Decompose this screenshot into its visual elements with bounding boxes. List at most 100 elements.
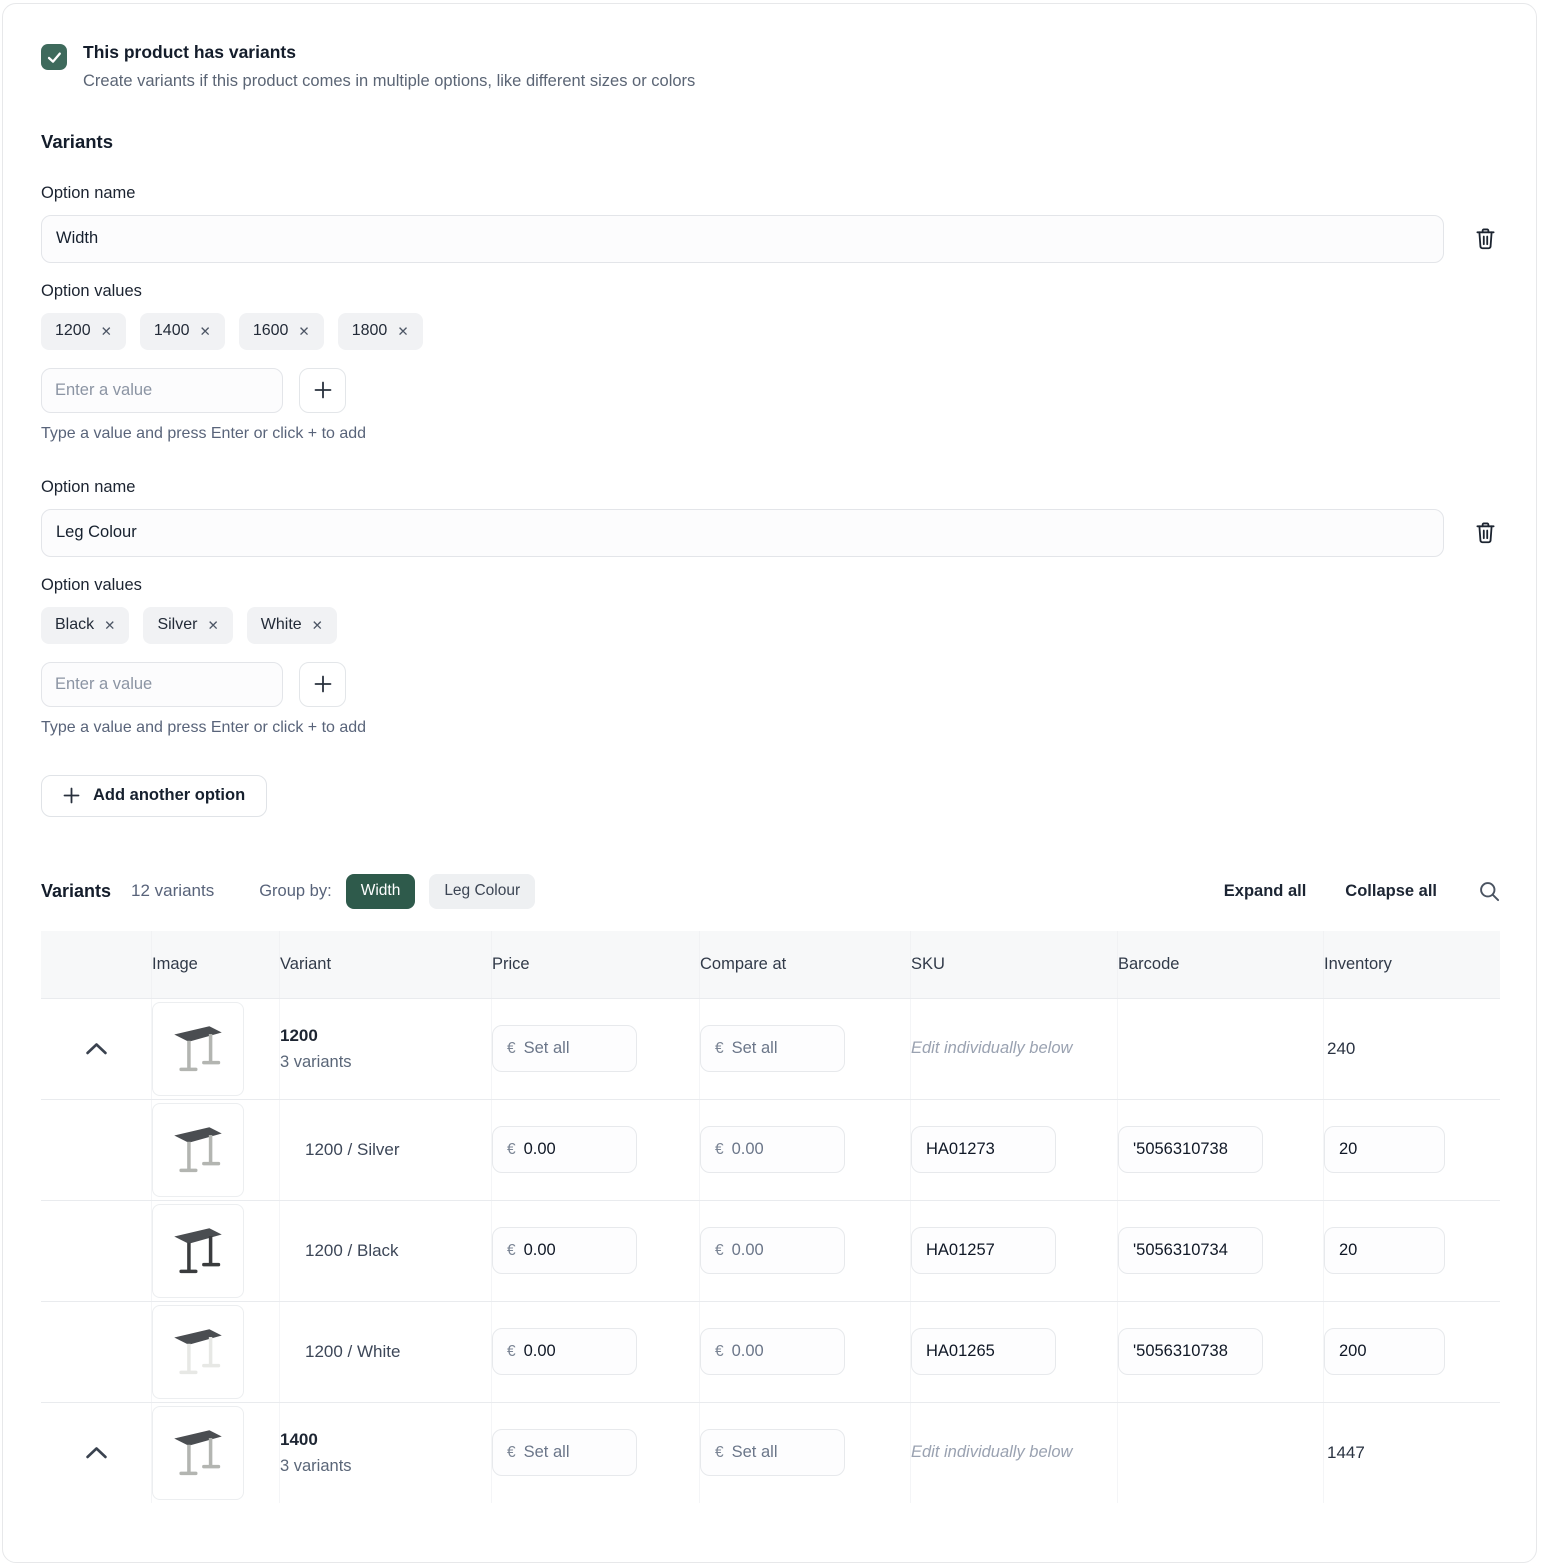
option-name-input[interactable]: [41, 215, 1444, 263]
remove-value-button[interactable]: ✕: [312, 619, 323, 633]
barcode-input[interactable]: '5056310738: [1118, 1328, 1263, 1375]
variant-row: 1200 / Silver €0.00 €0.00 HA01273 '50563…: [41, 1099, 1500, 1200]
group-by-width-button[interactable]: Width: [346, 874, 416, 909]
product-thumbnail: [152, 1204, 244, 1298]
variant-name: 1200 / White: [280, 1342, 400, 1362]
option-name-label: Option name: [41, 184, 1500, 203]
price-input[interactable]: €0.00: [492, 1328, 637, 1375]
barcode-input[interactable]: '5056310738: [1118, 1126, 1263, 1173]
option-value-chip: 1800 ✕: [338, 313, 423, 350]
plus-icon: [63, 787, 80, 804]
group-inventory-total: 1447: [1324, 1443, 1365, 1463]
price-input[interactable]: €0.00: [492, 1126, 637, 1173]
barcode-input[interactable]: '5056310734: [1118, 1227, 1263, 1274]
currency-symbol: €: [715, 1343, 724, 1361]
sku-input[interactable]: HA01273: [911, 1126, 1056, 1173]
edit-individually-note: Edit individually below: [911, 1443, 1072, 1462]
column-header: Barcode: [1118, 955, 1179, 974]
edit-individually-note: Edit individually below: [911, 1039, 1072, 1058]
option-values-list: Black ✕ Silver ✕ White ✕: [41, 607, 1500, 644]
group-inventory-total: 240: [1324, 1039, 1355, 1059]
remove-value-button[interactable]: ✕: [298, 325, 309, 339]
add-another-option-button[interactable]: Add another option: [41, 775, 267, 817]
variant-group-row: 1400 3 variants €Set all €Set all Edit i…: [41, 1402, 1500, 1503]
inventory-input[interactable]: 20: [1324, 1227, 1445, 1274]
currency-symbol: €: [507, 1343, 516, 1361]
option-values-label: Option values: [41, 282, 1500, 301]
compare-at-input[interactable]: €0.00: [700, 1328, 845, 1375]
group-compare-set-all-input[interactable]: €Set all: [700, 1429, 845, 1476]
table-body: 1200 3 variants €Set all €Set all Edit i…: [41, 998, 1500, 1503]
currency-symbol: €: [715, 1141, 724, 1159]
option-section: Option name Option values 1200 ✕ 1400 ✕: [41, 184, 1500, 443]
compare-at-input[interactable]: €0.00: [700, 1227, 845, 1274]
add-value-hint: Type a value and press Enter or click + …: [41, 719, 1500, 737]
group-price-set-all-input[interactable]: €Set all: [492, 1429, 637, 1476]
column-header: SKU: [911, 955, 945, 974]
column-header: Variant: [280, 955, 331, 974]
column-header: Image: [152, 955, 198, 974]
plus-icon: [314, 381, 332, 399]
column-header: Compare at: [700, 955, 786, 974]
product-thumbnail: [152, 1103, 244, 1197]
sku-input[interactable]: HA01257: [911, 1227, 1056, 1274]
remove-value-button[interactable]: ✕: [200, 325, 211, 339]
option-values-label: Option values: [41, 576, 1500, 595]
collapse-group-button[interactable]: [85, 1041, 108, 1056]
variants-toolbar: Variants 12 variants Group by: Width Leg…: [41, 874, 1500, 909]
search-variants-button[interactable]: [1479, 881, 1500, 902]
variant-name: 1200 / Silver: [280, 1140, 400, 1160]
collapse-group-button[interactable]: [85, 1445, 108, 1460]
currency-symbol: €: [507, 1444, 516, 1462]
product-thumbnail: [152, 1002, 244, 1096]
group-compare-set-all-input[interactable]: €Set all: [700, 1025, 845, 1072]
option-value-input[interactable]: [41, 662, 283, 707]
option-value-chip: 1200 ✕: [41, 313, 126, 350]
table-header-row: ImageVariantPriceCompare atSKUBarcodeInv…: [41, 931, 1500, 998]
option-name-input[interactable]: [41, 509, 1444, 557]
currency-symbol: €: [715, 1040, 724, 1058]
has-variants-description: Create variants if this product comes in…: [83, 72, 695, 91]
price-input[interactable]: €0.00: [492, 1227, 637, 1274]
option-value-chip: 1400 ✕: [140, 313, 225, 350]
option-sections: Option name Option values 1200 ✕ 1400 ✕: [41, 184, 1500, 737]
variants-heading: Variants: [41, 131, 1500, 153]
inventory-input[interactable]: 20: [1324, 1126, 1445, 1173]
chevron-up-icon: [85, 1041, 108, 1056]
add-value-hint: Type a value and press Enter or click + …: [41, 425, 1500, 443]
table-title: Variants: [41, 881, 111, 902]
remove-value-button[interactable]: ✕: [397, 325, 408, 339]
has-variants-title: This product has variants: [83, 42, 695, 64]
group-by-leg-colour-button[interactable]: Leg Colour: [429, 874, 535, 909]
group-price-set-all-input[interactable]: €Set all: [492, 1025, 637, 1072]
option-value-chip: White ✕: [247, 607, 337, 644]
variant-name: 1200 / Black: [280, 1241, 399, 1261]
option-value-input[interactable]: [41, 368, 283, 413]
plus-icon: [314, 675, 332, 693]
add-value-button[interactable]: [299, 662, 346, 707]
currency-symbol: €: [507, 1040, 516, 1058]
search-icon: [1479, 881, 1500, 902]
variants-table: ImageVariantPriceCompare atSKUBarcodeInv…: [41, 931, 1500, 1503]
currency-symbol: €: [507, 1242, 516, 1260]
collapse-all-button[interactable]: Collapse all: [1345, 882, 1437, 901]
delete-option-button[interactable]: [1470, 518, 1500, 548]
variant-count: 12 variants: [131, 881, 214, 901]
compare-at-input[interactable]: €0.00: [700, 1126, 845, 1173]
variant-group-row: 1200 3 variants €Set all €Set all Edit i…: [41, 998, 1500, 1099]
add-value-button[interactable]: [299, 368, 346, 413]
remove-value-button[interactable]: ✕: [207, 619, 218, 633]
delete-option-button[interactable]: [1470, 224, 1500, 254]
group-name: 1400: [280, 1430, 352, 1450]
sku-input[interactable]: HA01265: [911, 1328, 1056, 1375]
group-variant-count: 3 variants: [280, 1457, 352, 1476]
remove-value-button[interactable]: ✕: [101, 325, 112, 339]
inventory-input[interactable]: 200: [1324, 1328, 1445, 1375]
expand-all-button[interactable]: Expand all: [1224, 882, 1307, 901]
remove-value-button[interactable]: ✕: [104, 619, 115, 633]
has-variants-checkbox[interactable]: [41, 44, 67, 70]
has-variants-section: This product has variants Create variant…: [41, 42, 1500, 91]
option-value-chip: Silver ✕: [143, 607, 232, 644]
trash-icon: [1475, 521, 1496, 544]
product-thumbnail: [152, 1305, 244, 1399]
